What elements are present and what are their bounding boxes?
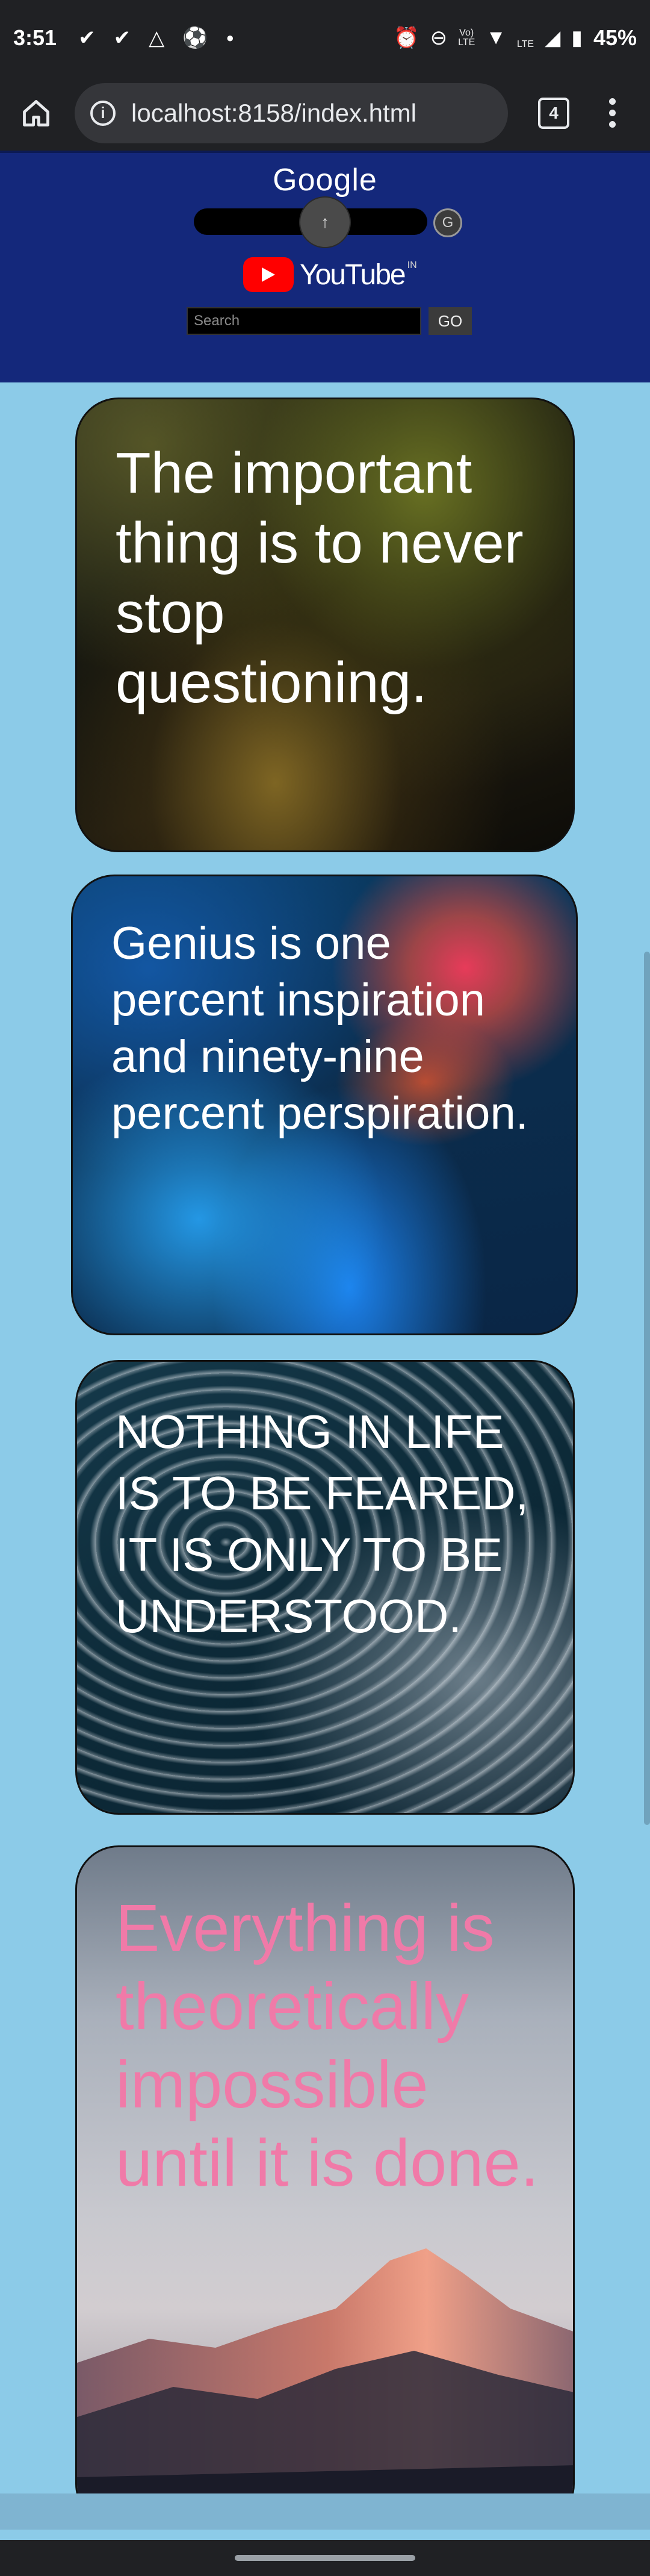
quote-card: Genius is one percent inspiration and ni… [71,875,578,1335]
google-title: Google [273,163,377,198]
home-icon [23,99,49,126]
quote-text: Genius is one percent inspiration and ni… [111,918,528,1139]
info-icon[interactable]: i [90,100,116,126]
address-bar[interactable]: i localhost:8158/index.html [75,83,508,143]
upload-button[interactable]: ↑ [299,196,351,248]
go-button[interactable]: GO [429,307,472,335]
youtube-play-icon [243,257,294,292]
drive-icon: △ [149,26,165,49]
do-not-disturb-icon: ⊖ [430,26,448,49]
page-footer [0,2493,650,2530]
dot-icon: ● [226,30,234,45]
quote-text: Everything is theoretically impossible u… [116,1891,539,2200]
check-icon: ✔ [113,26,131,49]
check-icon: ✔ [78,26,96,49]
battery-icon: ▮ [571,26,583,49]
navigation-bar [0,2540,650,2576]
lte-label: LTE [516,39,534,49]
page-header: Google ↑ G YouTube IN GO [0,151,650,382]
youtube-wordmark: YouTube [300,258,406,291]
battery-percent: 45% [593,25,637,50]
youtube-search-input[interactable] [187,307,421,335]
quote-text: NOTHING IN LIFE IS TO BE FEARED, IT IS O… [116,1405,529,1642]
browser-toolbar: i localhost:8158/index.html 4 [0,75,650,151]
quote-text: The important thing is to never stop que… [116,441,524,715]
youtube-region: IN [407,260,417,270]
youtube-logo[interactable]: YouTube IN [243,257,417,293]
quote-card: Everything is theoretically impossible u… [75,1845,575,2527]
google-search-button[interactable]: G [433,208,462,237]
alarm-icon: ⏰ [394,26,419,49]
volte-indicator: Vo) LTE [458,27,475,48]
gesture-handle[interactable] [235,2555,415,2561]
mountain-image [77,2248,573,2525]
quote-card: The important thing is to never stop que… [75,398,575,852]
status-bar: 3:51 ✔ ✔ △ ⚽ ● ⏰ ⊖ Vo) LTE ▼ LTE ◢ ▮ 45% [0,0,650,75]
url-text: localhost:8158/index.html [131,98,416,127]
more-menu-button[interactable] [609,98,616,128]
clock: 3:51 [13,25,57,50]
quote-card: NOTHING IN LIFE IS TO BE FEARED, IT IS O… [75,1360,575,1815]
home-button[interactable] [14,92,58,135]
scrollbar[interactable] [644,952,650,1825]
soccer-ball-icon: ⚽ [182,26,208,49]
tab-switcher-button[interactable]: 4 [538,97,569,129]
signal-icon: ◢ [545,26,561,49]
wifi-icon: ▼ [486,26,506,49]
